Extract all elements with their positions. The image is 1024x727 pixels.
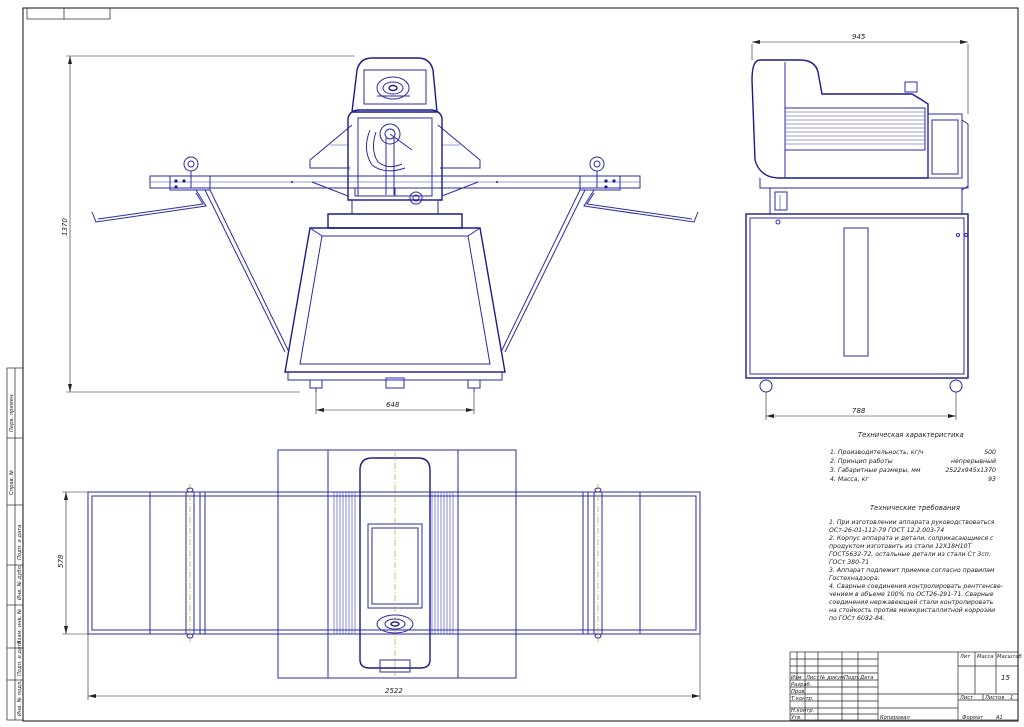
- side-view: [745, 59, 969, 393]
- tech-req-line-2: ОСт-26-01-112-79 ГОСТ 12.2.003-74: [829, 527, 944, 534]
- technical-drawing-sheet: Перв. примен. Справ. № Подп. и дата Инв.…: [0, 0, 1024, 723]
- stamp-podp-data-1: Подп. и дата: [17, 525, 23, 560]
- dim-front-base-width: 648: [386, 401, 400, 409]
- tech-req-line-9: 4. Сварные соединения контролировать рен…: [829, 583, 1003, 590]
- tech-req-line-11: соединения нержавеющей стали контролиров…: [829, 599, 994, 606]
- tech-req-line-6: ГОСт 380-71: [829, 559, 869, 566]
- title-block: [789, 651, 1019, 721]
- tech-req-title: Технические требования: [870, 504, 960, 512]
- tech-char-value-4: 93: [988, 476, 996, 483]
- tb-col-izm: Изм: [791, 675, 802, 681]
- tech-req-line-8: Гостехнадзора.: [829, 575, 880, 582]
- tech-requirements-block: Технические требования 1. При изготовлен…: [829, 504, 1003, 622]
- stamp-vzam-inv: Взам. инв. №: [17, 609, 23, 644]
- tb-role-prov: Пров.: [791, 689, 806, 695]
- side-stamp-labels: Перв. примен. Справ. № Подп. и дата Инв.…: [9, 393, 23, 716]
- dim-front-height: 1370: [61, 218, 69, 236]
- tb-mass-label: Масса: [977, 654, 994, 660]
- tb-sheets-label: Листов: [984, 695, 1004, 701]
- stamp-podp-data-2: Подп. и дата: [17, 641, 23, 676]
- tech-req-line-5: ГОСТ5632-72, остальные детали из стали С…: [829, 551, 991, 558]
- tech-req-line-12: на стойкость против межкристаллитной кор…: [829, 607, 995, 614]
- tech-char-value-1: 500: [984, 449, 996, 456]
- tech-req-line-1: 1. При изготовлении аппарата руководство…: [829, 519, 995, 526]
- dim-side-base-width: 788: [852, 407, 866, 415]
- tb-col-sign: Подп.: [844, 675, 860, 681]
- tech-char-value-2: непрерывный: [951, 458, 996, 465]
- top-dimensions: [62, 491, 701, 700]
- footer-format-label: Формат: [962, 715, 984, 721]
- tech-char-label-1: 1. Производительность, кг/ч: [830, 449, 924, 456]
- tb-col-date: Дата: [859, 675, 873, 681]
- title-block-text: Лит Масса Масштаб 15 Лист Листов 1 Изм Л…: [791, 654, 1022, 721]
- tb-scale-value: 15: [1001, 674, 1010, 682]
- tb-role-tkontr: Т.контр.: [791, 696, 813, 702]
- tech-characteristics-block: Техническая характеристика 1. Производит…: [830, 431, 996, 483]
- top-view: [87, 449, 701, 679]
- tech-req-line-3: 2. Корпус аппарата и детали, соприкасающ…: [829, 535, 994, 542]
- footer-format-value: А1: [995, 715, 1003, 721]
- tb-sheets-value: 1: [1010, 695, 1013, 701]
- tech-char-label-2: 2. Принцип работы: [830, 457, 893, 465]
- tech-req-line-4: продуктом изготовить из стали 12Х18Н10Т: [829, 543, 973, 550]
- tb-col-doc: № докум.: [819, 675, 846, 681]
- tb-col-list: Лист: [805, 675, 820, 681]
- tech-req-line-10: чением в объеме 100% по ОСТ26-291-71. Св…: [829, 590, 994, 598]
- front-view: [91, 57, 699, 392]
- tb-role-utv: Утв.: [791, 715, 802, 721]
- tb-lit-label: Лит: [959, 654, 971, 660]
- stamp-perv-primen: Перв. примен.: [9, 393, 15, 432]
- tech-char-label-3: 3. Габаритные размеры, мм: [830, 466, 921, 474]
- stamp-inv-dubl: Инв. № дубл.: [17, 565, 23, 601]
- tech-char-title: Техническая характеристика: [858, 431, 964, 439]
- tb-scale-label: Масштаб: [997, 654, 1022, 660]
- stamp-inv-podl: Инв. № подл.: [17, 680, 23, 716]
- stamp-sprav-no: Справ. №: [9, 470, 15, 495]
- dim-top-length: 2522: [385, 687, 403, 695]
- tb-role-nkontr: Н.контр.: [791, 708, 814, 714]
- dim-top-width: 578: [57, 554, 65, 568]
- tech-char-label-4: 4. Масса, кг: [830, 476, 869, 483]
- tech-req-line-13: по ГОСт 6032-84.: [829, 615, 885, 622]
- tech-char-value-3: 2522х945х1370: [945, 467, 996, 474]
- tech-req-line-7: 3. Аппарат подлежит приемке согласно пра…: [829, 567, 995, 574]
- dim-side-depth: 945: [852, 33, 866, 41]
- footer-copied: Копировал: [880, 715, 910, 721]
- tb-sheet-label: Лист: [959, 695, 974, 701]
- side-dimensions: [751, 40, 969, 420]
- tb-role-razrab: Разраб.: [791, 682, 811, 688]
